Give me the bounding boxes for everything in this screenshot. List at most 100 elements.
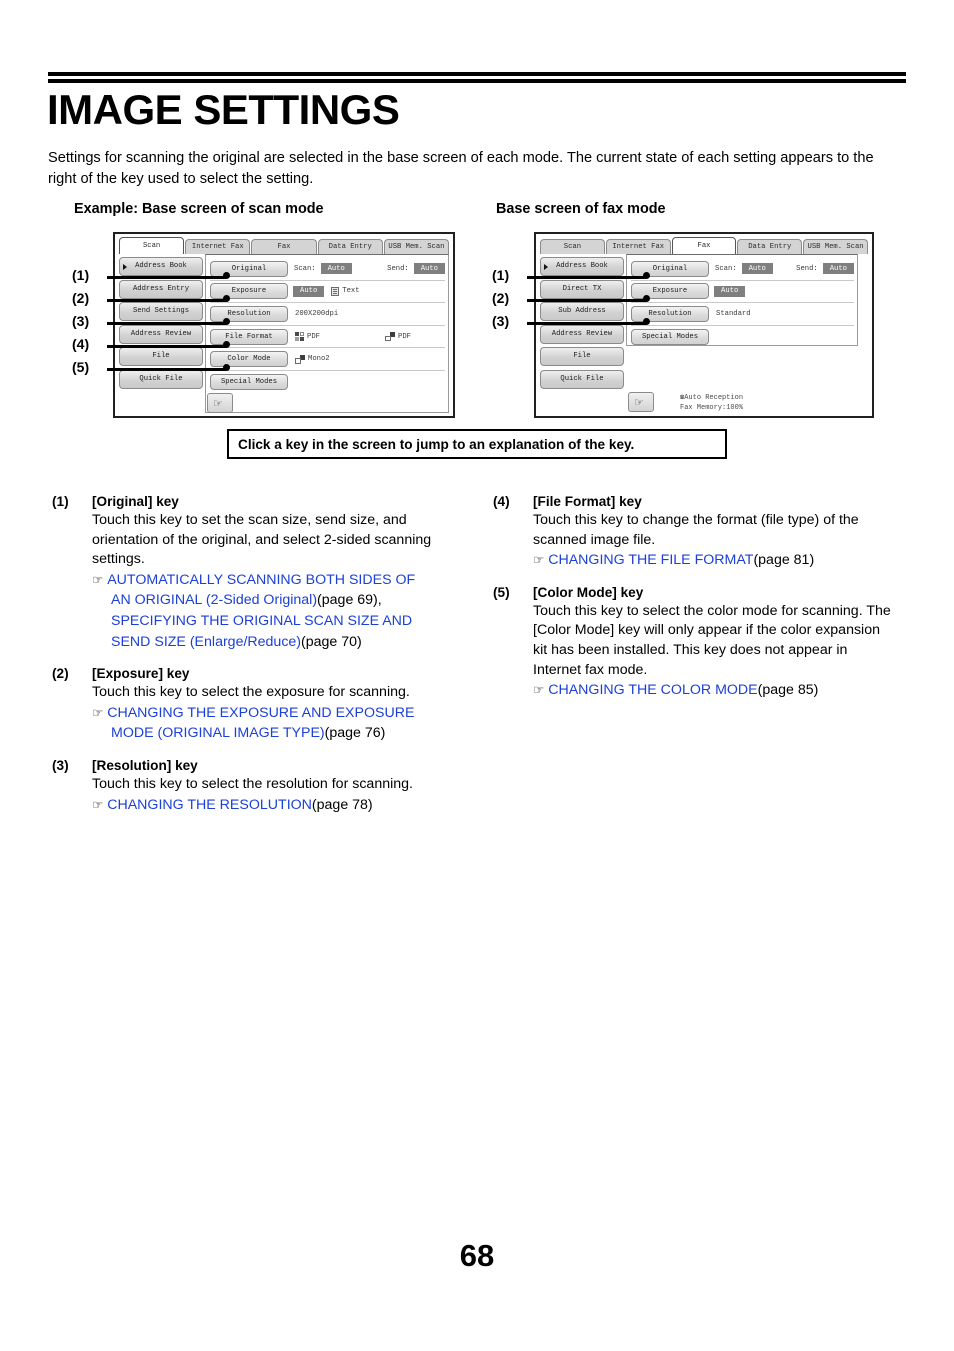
tab-scan[interactable]: Scan [119,237,185,254]
scan-callout-line-5 [107,368,226,371]
explanation-1-title: [Original] key [92,494,179,509]
tab-data-entry[interactable]: Data Entry [317,239,383,254]
fax-original-send-label: Send: [796,264,818,273]
text-document-icon [331,286,340,296]
explanation-5-ref-1-link[interactable]: CHANGING THE COLOR MODE [548,681,757,701]
explanation-1-ref-line-3[interactable]: SPECIFYING THE ORIGINAL SCAN SIZE AND [92,612,452,632]
fax-original-scan-label: Scan: [715,264,737,273]
pointing-hand-icon: ☞ [533,682,545,698]
fax-tab-fax[interactable]: Fax [671,237,737,254]
fax-key-direct-tx[interactable]: Direct TX [540,279,624,299]
scan-key-address-review[interactable]: Address Review [119,324,203,344]
fax-tab-scan[interactable]: Scan [540,239,605,254]
scan-exposure-type-label: Text [342,287,360,296]
fax-key-file[interactable]: File [540,347,624,367]
page-title: IMAGE SETTINGS [47,86,400,133]
fax-original-send-value[interactable]: Auto [822,263,854,275]
explanation-3-title: [Resolution] key [92,757,198,773]
scan-key-quick-file[interactable]: Quick File [119,369,203,389]
scan-exposure-value[interactable]: Auto [293,285,325,297]
explanation-5-title: [Color Mode] key [533,584,644,600]
explanation-2-ref-1-link[interactable]: CHANGING THE EXPOSURE AND EXPOSURE [107,704,414,724]
send-hand-icon[interactable]: ☞ [628,391,654,412]
scan-row-exposure: Exposure Auto Text [210,281,445,304]
tab-usb-mem-scan[interactable]: USB Mem. Scan [383,239,450,254]
explanation-5-ref-line-1[interactable]: ☞ CHANGING THE COLOR MODE (page 85) [533,681,893,701]
explanation-5-number: (5) [493,584,510,600]
explanation-1-ref-2-link[interactable]: AN ORIGINAL (2-Sided Original) [111,591,317,611]
tab-internet-fax[interactable]: Internet Fax [185,239,251,254]
scan-key-address-book[interactable]: Address Book [119,257,203,276]
fax-callout-line-2 [527,299,646,302]
explanation-3-ref-1-link[interactable]: CHANGING THE RESOLUTION [107,796,312,816]
scan-callout-number-3: (3) [72,313,90,329]
scan-callout-line-2 [107,299,226,302]
scan-original-send-label: Send: [387,264,409,273]
fax-status-block: ☎Auto Reception Fax Memory:100% [680,392,743,413]
fax-key-address-book[interactable]: Address Book [540,257,624,276]
fax-mode-base-screen: Scan Internet Fax Fax Data Entry USB Mem… [534,232,874,418]
explanation-4-ref-1-link[interactable]: CHANGING THE FILE FORMAT [548,551,753,571]
intro-paragraph: Settings for scanning the original are s… [48,150,874,188]
tab-fax[interactable]: Fax [251,239,317,254]
explanation-1-ref-4-page: (page 70) [301,633,362,650]
explanation-item-1: (1) [Original] key Touch this key to set… [52,494,452,652]
explanation-4-ref-1-page: (page 81) [753,552,815,569]
explanation-2-title: [Exposure] key [92,666,190,682]
explanation-1-ref-line-4[interactable]: SEND SIZE (Enlarge/Reduce) (page 70) [92,633,452,653]
scan-file-format-color-label: PDF [307,332,320,341]
explanation-4-body: Touch this key to change the format (fil… [533,512,859,548]
explanation-1-ref-3-link[interactable]: SPECIFYING THE ORIGINAL SCAN SIZE AND [111,612,412,632]
fax-tab-usb-mem-scan[interactable]: USB Mem. Scan [803,239,868,254]
scan-setting-key-file-format[interactable]: File Format [210,328,288,345]
explanation-1-ref-line-1[interactable]: ☞ AUTOMATICALLY SCANNING BOTH SIDES OF [92,571,452,591]
scan-setting-key-special-modes[interactable]: Special Modes [210,374,288,391]
send-hand-icon[interactable]: ☞ [207,393,233,413]
fax-original-scan-value[interactable]: Auto [741,263,773,275]
explanation-item-3: (3) [Resolution] key Touch this key to s… [52,758,452,815]
fax-settings-panel: Original Scan: Auto Send: Auto Exposure … [626,254,858,346]
click-hint-box: Click a key in the screen to jump to an … [227,429,727,459]
explanation-1-ref-4-link[interactable]: SEND SIZE (Enlarge/Reduce) [111,633,301,653]
explanation-1-ref-1-link[interactable]: AUTOMATICALLY SCANNING BOTH SIDES OF [107,571,415,591]
scan-setting-key-original[interactable]: Original [210,260,288,277]
fax-exposure-value[interactable]: Auto [714,285,746,297]
pointing-hand-icon: ☞ [533,552,545,568]
explanation-1-ref-line-2[interactable]: AN ORIGINAL (2-Sided Original) (page 69)… [92,591,452,611]
fax-key-address-review[interactable]: Address Review [540,324,624,344]
scan-original-scan-value[interactable]: Auto [320,263,352,275]
scan-color-mode-value: Mono2 [308,355,330,364]
scan-key-file[interactable]: File [119,347,203,367]
fax-callout-number-3: (3) [492,313,510,329]
fax-key-sub-address[interactable]: Sub Address [540,302,624,322]
fax-tab-internet-fax[interactable]: Internet Fax [605,239,671,254]
explanation-2-ref-2-page: (page 76) [324,725,386,742]
fax-tab-data-entry[interactable]: Data Entry [737,239,803,254]
explanation-1-body: Touch this key to set the scan size, sen… [92,512,432,568]
header-rule-bottom [48,79,906,83]
explanation-2-ref-2-link[interactable]: MODE (ORIGINAL IMAGE TYPE) [111,724,325,744]
explanation-4-ref-line-1[interactable]: ☞ CHANGING THE FILE FORMAT (page 81) [533,551,893,571]
scan-tab-strip: Scan Internet Fax Fax Data Entry USB Mem… [119,237,450,254]
scan-key-address-entry[interactable]: Address Entry [119,279,203,299]
explanation-3-ref-line-1[interactable]: ☞ CHANGING THE RESOLUTION (page 78) [92,796,452,816]
scan-callout-number-1: (1) [72,267,90,283]
fax-callout-number-1: (1) [492,267,510,283]
fax-setting-key-special-modes[interactable]: Special Modes [631,329,709,346]
explanation-3-number: (3) [52,757,69,773]
mono-squares-icon [295,354,305,364]
explanation-2-ref-line-2[interactable]: MODE (ORIGINAL IMAGE TYPE) (page 76) [92,724,452,744]
click-hint-text: Click a key in the screen to jump to an … [238,436,635,452]
explanation-item-5: (5) [Color Mode] key Touch this key to s… [493,585,893,701]
scan-row-resolution: Resolution 200X200dpi [210,303,445,326]
scan-callout-line-4 [107,345,226,348]
scan-setting-key-resolution[interactable]: Resolution [210,305,288,322]
scan-setting-key-color-mode[interactable]: Color Mode [210,351,288,368]
scan-setting-key-exposure[interactable]: Exposure [210,283,288,300]
scan-key-send-settings[interactable]: Send Settings [119,302,203,322]
scan-original-send-value[interactable]: Auto [413,263,445,275]
scan-callout-line-1 [107,276,226,279]
fax-callout-number-2: (2) [492,290,510,306]
fax-key-quick-file[interactable]: Quick File [540,369,624,389]
explanation-2-ref-line-1[interactable]: ☞ CHANGING THE EXPOSURE AND EXPOSURE [92,704,452,724]
